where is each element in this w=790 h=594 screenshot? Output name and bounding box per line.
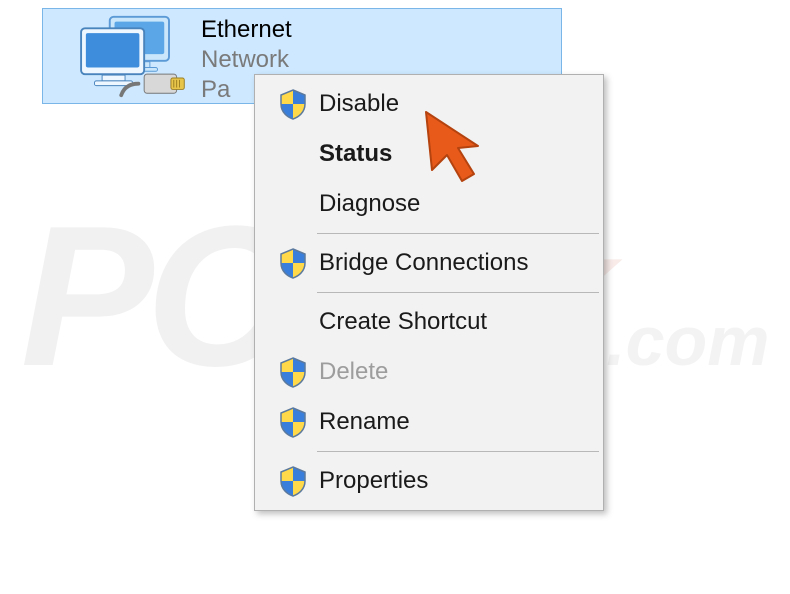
watermark-pc: PC — [20, 185, 282, 408]
menu-label-status: Status — [319, 140, 392, 168]
shield-icon — [267, 352, 319, 392]
menu-separator — [317, 292, 599, 293]
empty-icon-slot — [267, 302, 319, 342]
menu-separator — [317, 233, 599, 234]
menu-label-disable: Disable — [319, 90, 399, 118]
menu-item-disable[interactable]: Disable — [257, 79, 601, 129]
empty-icon-slot — [267, 134, 319, 174]
menu-item-status[interactable]: Status — [257, 129, 601, 179]
menu-label-bridge: Bridge Connections — [319, 249, 528, 277]
menu-item-diagnose[interactable]: Diagnose — [257, 179, 601, 229]
menu-item-properties[interactable]: Properties — [257, 456, 601, 506]
watermark-com: .com — [606, 302, 769, 380]
context-menu: Disable Status Diagnose Bridge Connectio… — [254, 74, 604, 511]
menu-label-delete: Delete — [319, 358, 388, 386]
menu-label-rename: Rename — [319, 408, 410, 436]
adapter-status: Network — [201, 45, 292, 75]
menu-item-rename[interactable]: Rename — [257, 397, 601, 447]
empty-icon-slot — [267, 184, 319, 224]
shield-icon — [267, 402, 319, 442]
menu-separator — [317, 451, 599, 452]
shield-icon — [267, 461, 319, 501]
menu-label-properties: Properties — [319, 467, 428, 495]
menu-item-bridge-connections[interactable]: Bridge Connections — [257, 238, 601, 288]
menu-label-diagnose: Diagnose — [319, 190, 420, 218]
network-adapter-icon — [51, 13, 201, 99]
shield-icon — [267, 84, 319, 124]
adapter-title: Ethernet — [201, 15, 292, 45]
menu-item-delete: Delete — [257, 347, 601, 397]
menu-label-create-shortcut: Create Shortcut — [319, 308, 487, 336]
shield-icon — [267, 243, 319, 283]
menu-item-create-shortcut[interactable]: Create Shortcut — [257, 297, 601, 347]
